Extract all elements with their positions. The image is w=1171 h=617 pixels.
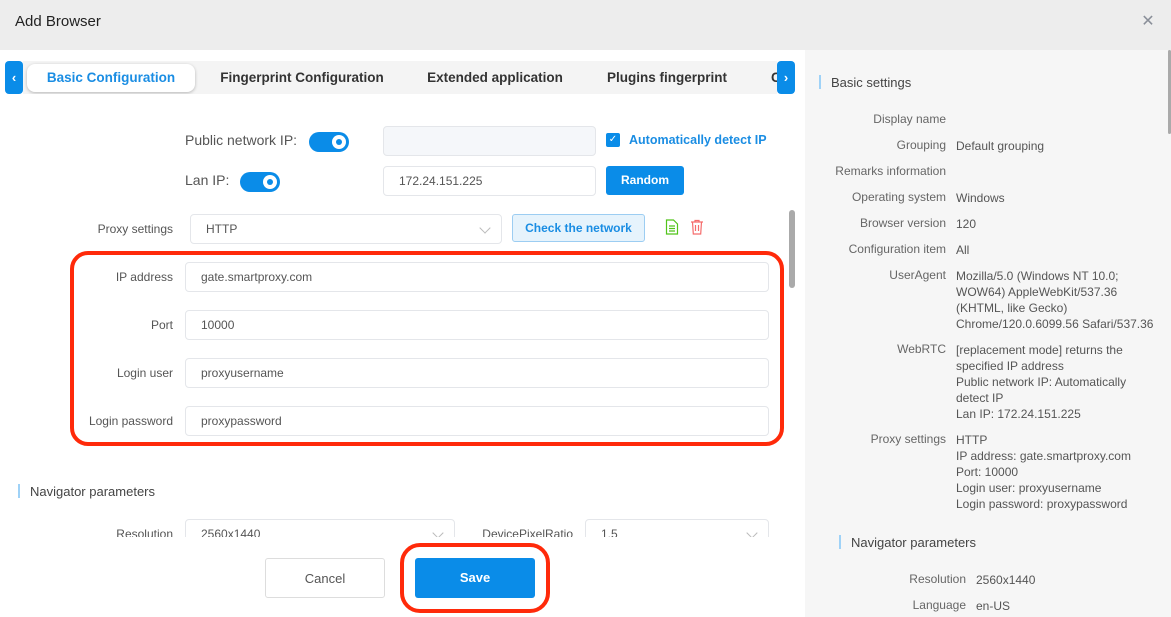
form-scrollbar[interactable] — [789, 210, 795, 288]
ip-address-label: IP address — [115, 270, 173, 284]
tab-extended-application[interactable]: Extended application — [415, 64, 575, 92]
dialog-title: Add Browser — [15, 13, 101, 30]
tab-basic-configuration[interactable]: Basic Configuration — [27, 64, 195, 92]
tab-strip: Basic Configuration Fingerprint Configur… — [23, 61, 777, 94]
port-input[interactable]: 10000 — [185, 310, 769, 340]
navigator-section-title: Navigator parameters — [30, 484, 155, 499]
public-ip-label: Public network IP: — [185, 132, 298, 148]
auto-detect-label[interactable]: Automatically detect IP — [629, 133, 767, 147]
lan-ip-toggle[interactable] — [240, 172, 280, 192]
public-ip-toggle[interactable] — [309, 132, 349, 152]
tab-fingerprint-configuration[interactable]: Fingerprint Configuration — [205, 64, 399, 92]
proxy-type-value: HTTP — [206, 222, 238, 236]
summary-navigator-title: Navigator parameters — [851, 535, 976, 550]
lan-ip-input[interactable]: 172.24.151.225 — [383, 166, 596, 196]
random-button[interactable]: Random — [606, 166, 684, 195]
chevron-down-icon — [479, 222, 491, 234]
public-ip-input[interactable] — [383, 126, 596, 156]
tab-scroll-left-button[interactable]: ‹ — [5, 61, 23, 94]
basic-settings-title: Basic settings — [831, 75, 912, 90]
save-button[interactable]: Save — [415, 558, 535, 598]
section-marker — [839, 535, 841, 549]
tab-plugins-fingerprint[interactable]: Plugins fingerprint — [595, 64, 739, 92]
summary-panel: Basic settings Display name Grouping Defa… — [805, 50, 1171, 617]
config-panel: ‹ Basic Configuration Fingerprint Config… — [0, 50, 805, 617]
tab-scroll-right-button[interactable]: › — [777, 61, 795, 94]
cancel-button[interactable]: Cancel — [265, 558, 385, 598]
trash-icon[interactable] — [690, 219, 704, 235]
proxy-settings-label: Proxy settings — [97, 222, 173, 236]
lan-ip-label: Lan IP: — [185, 172, 230, 188]
close-icon[interactable]: ✕ — [1140, 14, 1156, 30]
check-network-button[interactable]: Check the network — [512, 214, 645, 242]
login-password-input[interactable]: proxypassword — [185, 406, 769, 436]
login-password-label: Login password — [88, 414, 173, 428]
ip-address-input[interactable]: gate.smartproxy.com — [185, 262, 769, 292]
port-label: Port — [150, 318, 173, 332]
auto-detect-checkbox[interactable]: ✓ — [606, 133, 620, 147]
document-icon[interactable] — [665, 219, 679, 235]
section-marker — [819, 75, 821, 89]
login-user-input[interactable]: proxyusername — [185, 358, 769, 388]
section-marker — [18, 484, 20, 498]
dialog-header: Add Browser ✕ — [0, 0, 1171, 50]
tab-nav: ‹ Basic Configuration Fingerprint Config… — [5, 61, 795, 94]
login-user-label: Login user — [116, 366, 173, 380]
proxy-type-select[interactable]: HTTP — [190, 214, 502, 244]
dialog-footer — [0, 537, 790, 617]
